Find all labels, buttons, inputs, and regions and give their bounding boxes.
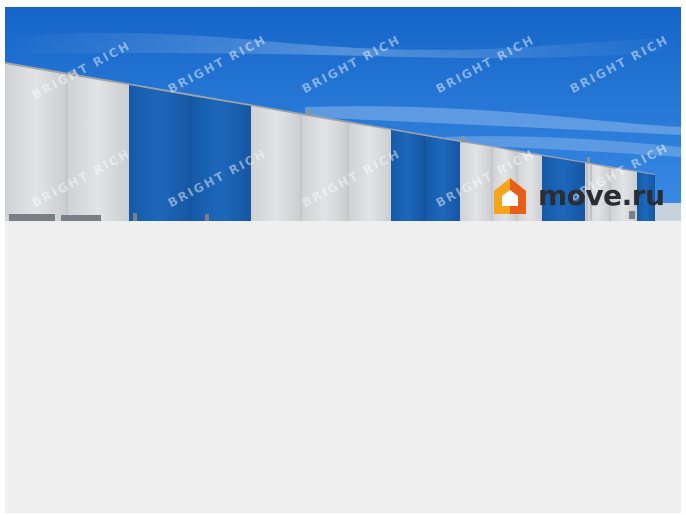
warehouse-photo[interactable]: BRIGHT RICH BRIGHT RICH BRIGHT RICH BRIG… xyxy=(5,7,681,221)
house-logo-icon xyxy=(494,178,526,214)
empty-placeholder-area xyxy=(5,221,681,513)
logo-text: move.ru xyxy=(538,179,665,212)
move-ru-logo: move.ru xyxy=(492,176,665,216)
image-frame: BRIGHT RICH BRIGHT RICH BRIGHT RICH BRIG… xyxy=(5,7,681,513)
